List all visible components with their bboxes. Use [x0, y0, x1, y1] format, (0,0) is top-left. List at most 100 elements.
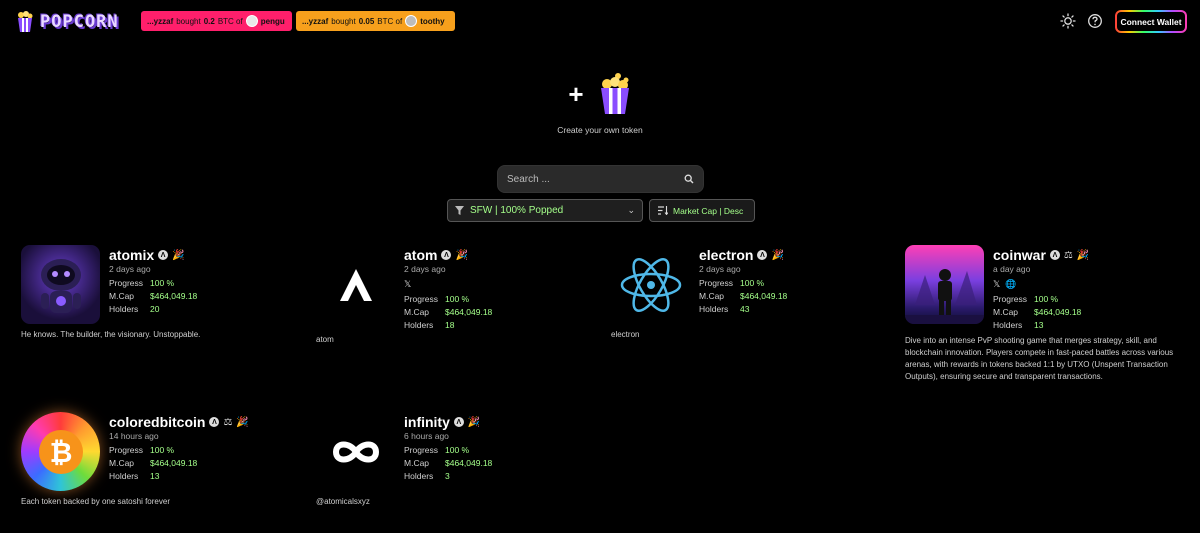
party-popper-icon: 🎉 — [455, 249, 468, 261]
atomicals-icon: Λ — [209, 417, 220, 427]
token-avatar-icon — [245, 15, 258, 27]
ticker-token: toothy — [420, 16, 445, 26]
ticker-unit: BTC of — [377, 16, 403, 26]
chevron-down-icon: ⌄ — [627, 205, 635, 215]
token-description: electron — [611, 330, 640, 339]
help-icon — [1088, 14, 1102, 28]
robot-icon — [41, 259, 81, 313]
mcap-value: $464,049.18 — [445, 307, 493, 317]
atomicals-icon: Λ — [757, 250, 768, 260]
mcap-label: M.Cap — [993, 307, 1019, 317]
connect-wallet-button[interactable]: Connect Wallet — [1115, 10, 1187, 33]
mcap-value: $464,049.18 — [1034, 307, 1082, 317]
token-name: electron — [699, 247, 754, 263]
ticker-unit: BTC of — [217, 16, 243, 26]
mcap-label: M.Cap — [699, 291, 725, 301]
mcap-label: M.Cap — [404, 307, 430, 317]
token-image — [611, 245, 690, 324]
ticker-token: pengu — [260, 16, 285, 26]
token-age: 2 days ago — [404, 264, 446, 274]
token-name: atom — [404, 247, 438, 263]
sort-button[interactable]: Market Cap | Desc — [649, 199, 755, 222]
globe-icon[interactable]: 🌐 — [1005, 279, 1016, 290]
logo[interactable]: POPCORN — [16, 10, 119, 34]
holders-label: Holders — [404, 320, 434, 330]
holders-value: 18 — [445, 320, 455, 330]
atomicals-icon: Λ — [158, 250, 169, 260]
theme-toggle-button[interactable] — [1059, 12, 1077, 30]
popcorn-logo-icon — [18, 11, 33, 32]
trade-ticker[interactable]: ...yzzaf bought 0.05 BTC of toothy — [296, 11, 455, 31]
token-card-atomix[interactable]: atomix Λ 🎉 2 days ago Progress 100 % M.Ca… — [21, 245, 301, 345]
mcap-value: $464,049.18 — [150, 458, 198, 468]
progress-label: Progress — [109, 278, 144, 288]
holders-value: 13 — [1034, 320, 1044, 330]
filter-label: SFW | 100% Popped — [470, 205, 564, 216]
token-name: coloredbitcoin — [109, 414, 206, 430]
token-description: atom — [316, 335, 334, 344]
mcap-value: $464,049.18 — [445, 458, 493, 468]
token-card-infinity[interactable]: infinity Λ 🎉 6 hours ago Progress 100 % M… — [316, 412, 596, 512]
atomicals-icon: Λ — [441, 250, 452, 260]
party-popper-icon: 🎉 — [467, 416, 481, 428]
token-description: @atomicalsxyz — [316, 497, 370, 506]
holders-label: Holders — [993, 320, 1023, 330]
trade-ticker[interactable]: ...yzzaf bought 0.2 BTC of pengu — [141, 11, 292, 31]
ticker-action: bought — [176, 16, 201, 26]
token-age: 6 hours ago — [404, 431, 449, 441]
holders-label: Holders — [699, 304, 729, 314]
token-description: Each token backed by one satoshi forever — [21, 497, 170, 506]
create-token-label: Create your own token — [557, 125, 643, 135]
party-popper-icon: 🎉 — [771, 249, 784, 261]
progress-value: 100 % — [1034, 294, 1059, 304]
token-age: 14 hours ago — [109, 431, 159, 441]
search-icon[interactable] — [684, 174, 694, 184]
filter-dropdown[interactable]: SFW | 100% Popped ⌄ — [447, 199, 643, 222]
progress-label: Progress — [993, 294, 1028, 304]
search-input[interactable] — [507, 173, 684, 185]
token-age: a day ago — [993, 264, 1031, 274]
progress-label: Progress — [699, 278, 734, 288]
progress-value: 100 % — [150, 445, 175, 455]
mcap-value: $464,049.18 — [150, 291, 198, 301]
plus-icon: + — [568, 79, 584, 109]
top-bar: POPCORN ...yzzaf bought 0.2 BTC of pengu… — [0, 0, 1200, 44]
token-image — [316, 412, 395, 491]
party-popper-icon: 🎉 — [1076, 249, 1090, 261]
svg-text:₿: ₿ — [50, 436, 73, 469]
party-popper-icon: 🎉 — [236, 416, 249, 428]
bitcoin-icon: ₿ — [39, 430, 83, 474]
x-twitter-icon[interactable]: 𝕏 — [404, 279, 411, 290]
ticker-user: ...yzzaf — [302, 16, 329, 26]
token-age: 2 days ago — [699, 264, 741, 274]
mcap-label: M.Cap — [404, 458, 430, 468]
token-image — [316, 245, 395, 324]
token-image — [905, 245, 984, 324]
token-card-electron[interactable]: electron Λ 🎉 2 days ago Progress 100 % M.… — [611, 245, 891, 345]
token-card-coloredbitcoin[interactable]: ₿ coloredbitcoin Λ ⚖ 🎉 14 hours ago Prog… — [21, 412, 301, 512]
logo-text: POPCORN — [40, 12, 119, 32]
token-description: He knows. The builder, the visionary. Un… — [21, 330, 201, 339]
sun-icon — [1060, 13, 1076, 29]
mcap-label: M.Cap — [109, 458, 135, 468]
popcorn-bucket-icon — [600, 73, 629, 114]
infinity-icon — [332, 441, 380, 463]
token-age: 2 days ago — [109, 264, 151, 274]
x-twitter-icon[interactable]: 𝕏 — [993, 279, 1000, 290]
ticker-amount: 0.2 — [203, 16, 215, 26]
help-button[interactable] — [1086, 12, 1104, 30]
token-avatar-icon — [405, 15, 418, 27]
token-image: ₿ — [21, 412, 100, 491]
holders-value: 43 — [740, 304, 750, 314]
soldier-icon — [905, 269, 984, 324]
progress-label: Progress — [404, 294, 439, 304]
token-description: Dive into an intense PvP shooting game t… — [905, 336, 1174, 381]
token-name: coinwar — [993, 247, 1046, 263]
sort-icon — [658, 206, 668, 215]
holders-value: 13 — [150, 471, 160, 481]
token-card-coinwar[interactable]: coinwar Λ ⚖ 🎉 a day ago 𝕏 🌐 Progress 100 %… — [905, 245, 1185, 395]
scale-icon: ⚖ — [1063, 249, 1073, 261]
token-card-atom[interactable]: atom Λ 🎉 2 days ago 𝕏 Progress 100 % M.Ca… — [316, 245, 596, 345]
create-token-button[interactable]: + Create your own token — [540, 72, 660, 138]
atom-logo-icon — [340, 269, 372, 301]
